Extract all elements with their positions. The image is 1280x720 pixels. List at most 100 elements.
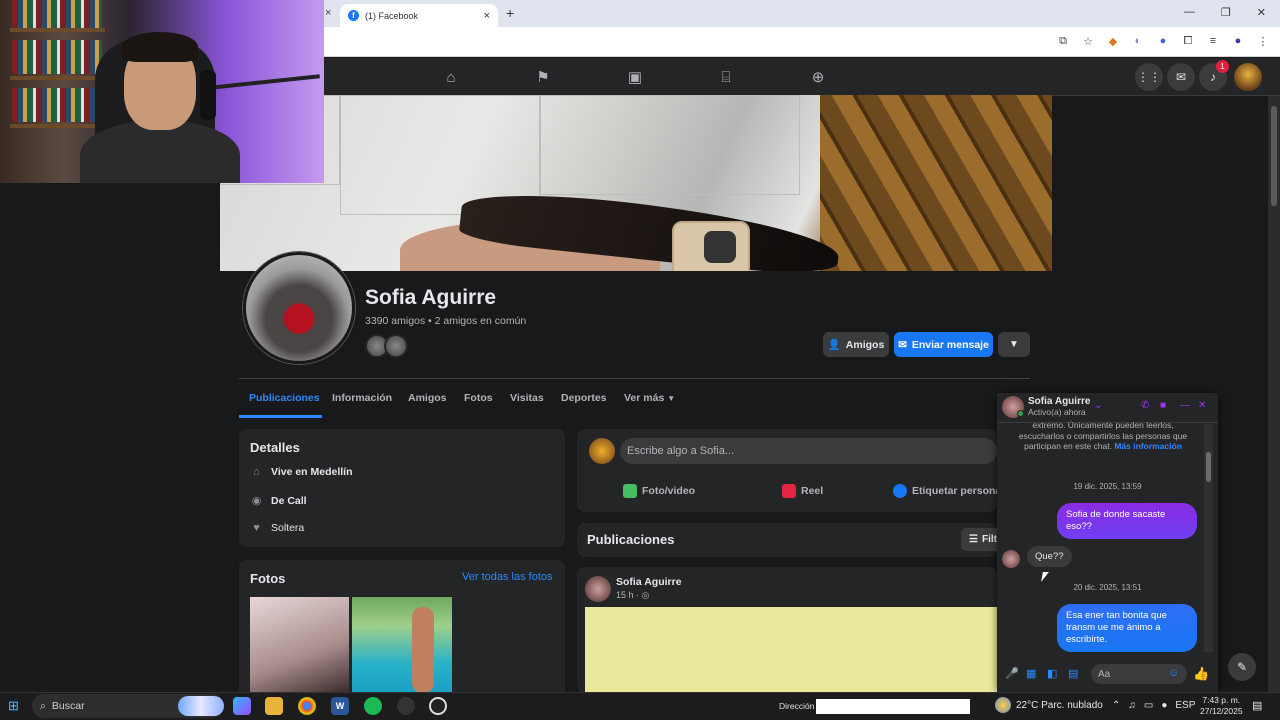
scrollbar-thumb[interactable] <box>1271 106 1277 206</box>
obs-icon[interactable] <box>397 697 415 715</box>
word-icon[interactable]: W <box>331 697 349 715</box>
see-all-photos-link[interactable]: Ver todas las fotos <box>462 571 553 583</box>
photo-thumbnail[interactable] <box>352 597 452 693</box>
chat-contact-name[interactable]: Sofia Aguirre <box>1028 396 1090 407</box>
notification-center-icon[interactable]: ▤ <box>1252 699 1262 712</box>
filters-label: Filt <box>981 534 997 545</box>
tab-visitas[interactable]: Visitas <box>510 392 544 404</box>
marketplace-icon[interactable]: ⌸ <box>716 67 736 87</box>
close-window-icon[interactable]: ✕ <box>1257 6 1266 19</box>
bookshelf <box>10 28 105 32</box>
photos-title[interactable]: Fotos <box>250 571 285 586</box>
tab-close-icon[interactable]: × <box>484 10 490 22</box>
minimize-icon[interactable]: — <box>1184 6 1195 19</box>
tab-publicaciones[interactable]: Publicaciones <box>249 392 320 404</box>
spotify-icon[interactable] <box>364 697 382 715</box>
gif-icon[interactable]: ▤ <box>1068 667 1078 680</box>
volume-icon[interactable]: ♫ <box>1128 700 1136 711</box>
browser-menu-icon[interactable]: ⋮ <box>1256 34 1270 48</box>
language-indicator[interactable]: ESP <box>1175 700 1195 711</box>
install-app-icon[interactable]: ⧉ <box>1056 34 1070 48</box>
chevron-down-icon[interactable]: ⌄ <box>1094 400 1102 411</box>
more-options-button[interactable]: ▼ <box>998 332 1030 357</box>
chat-scrollbar[interactable] <box>1204 424 1213 652</box>
account-avatar[interactable] <box>1234 63 1262 91</box>
tab-ver-mas[interactable]: Ver más ▼ <box>624 392 675 404</box>
tab-title: (1) Facebook <box>365 10 419 21</box>
post-image[interactable] <box>585 607 997 693</box>
taskbar-search[interactable]: ⌕ Buscar <box>32 694 224 718</box>
outgoing-message[interactable]: Sofia de donde sacaste eso?? <box>1057 503 1197 539</box>
tab-amigos[interactable]: Amigos <box>408 392 447 404</box>
bookmark-star-icon[interactable]: ☆ <box>1081 34 1095 48</box>
tag-people-button[interactable]: Etiquetar persona <box>893 484 1001 498</box>
home-icon[interactable]: ⌂ <box>441 67 461 87</box>
video-call-icon[interactable]: ■ <box>1160 400 1166 411</box>
webcam-app-icon[interactable] <box>429 697 447 715</box>
sticker-icon[interactable]: ◧ <box>1047 667 1057 680</box>
new-tab-button[interactable]: + <box>506 5 514 21</box>
scrollbar-thumb[interactable] <box>1206 452 1211 482</box>
tray-chevron-up-icon[interactable]: ⌃ <box>1112 700 1120 711</box>
minimize-chat-icon[interactable]: — <box>1180 400 1190 411</box>
close-chat-icon[interactable]: ✕ <box>1198 400 1206 411</box>
post-timestamp[interactable]: 15 h · ◎ <box>616 590 649 601</box>
weather-widget[interactable]: 22°C Parc. nublado <box>995 697 1103 713</box>
gaming-icon[interactable]: ⊕ <box>808 67 828 87</box>
friends-button[interactable]: 👤 Amigos <box>823 332 889 357</box>
mic-tray-icon[interactable]: ● <box>1161 700 1167 711</box>
phone-call-icon[interactable]: ✆ <box>1141 400 1149 411</box>
restore-icon[interactable]: ❐ <box>1221 6 1231 19</box>
filters-button[interactable]: ☰ Filt <box>961 528 997 551</box>
image-attach-icon[interactable]: ▦ <box>1026 667 1036 680</box>
messenger-icon[interactable]: ✉ <box>1167 63 1195 91</box>
microphone-icon[interactable]: 🎤 <box>1005 667 1019 680</box>
composer-input[interactable]: Escribe algo a Sofia... <box>620 438 997 464</box>
mutual-friend-avatar[interactable] <box>384 334 408 358</box>
extension-icon[interactable]: ◐ <box>1131 34 1145 48</box>
emoji-icon[interactable]: ☺ <box>1168 667 1179 679</box>
window-controls: — ❐ ✕ <box>1184 6 1266 19</box>
post-author-avatar[interactable] <box>585 576 611 602</box>
network-icon[interactable]: ▭ <box>1144 700 1153 711</box>
page-scrollbar[interactable] <box>1268 96 1280 692</box>
copilot-icon[interactable] <box>233 697 251 715</box>
profile-picture[interactable] <box>243 252 355 364</box>
menu-grid-icon[interactable]: ⋮⋮ <box>1135 63 1163 91</box>
profile-avatar-icon[interactable]: ● <box>1231 34 1245 48</box>
photo-thumbnail[interactable] <box>250 597 349 693</box>
compose-edit-icon: ✎ <box>1236 660 1248 674</box>
tab-deportes[interactable]: Deportes <box>561 392 607 404</box>
extension-blue-icon[interactable]: ● <box>1156 34 1170 48</box>
send-message-button[interactable]: ✉ Enviar mensaje <box>894 332 993 357</box>
taskbar-clock[interactable]: 7:43 p. m. 27/12/2025 <box>1200 695 1243 717</box>
file-explorer-icon[interactable] <box>265 697 283 715</box>
photo-video-button[interactable]: Foto/video <box>623 484 695 498</box>
incoming-message[interactable]: Que?? <box>1027 546 1072 567</box>
address-toolbar-input[interactable] <box>816 699 970 714</box>
detail-text[interactable]: De Call <box>271 495 307 507</box>
tab-informacion[interactable]: Información <box>332 392 392 404</box>
thumbs-up-icon[interactable]: 👍 <box>1193 666 1209 682</box>
windows-start-icon[interactable]: ⊞ <box>8 698 19 714</box>
video-icon[interactable]: ▣ <box>625 67 645 87</box>
composer-avatar[interactable] <box>589 438 615 464</box>
browser-tab-facebook[interactable]: f (1) Facebook × <box>340 4 498 27</box>
pages-flag-icon[interactable]: ⚑ <box>533 67 553 87</box>
chrome-icon[interactable] <box>298 697 316 715</box>
media-control-icon[interactable]: ≡ <box>1206 34 1220 48</box>
outgoing-message[interactable]: Esa ener tan bonita que transm ue me áni… <box>1057 604 1197 652</box>
encryption-notice: extremo. Únicamente pueden leerlos, escu… <box>1010 420 1196 452</box>
extensions-puzzle-icon[interactable]: ⧠ <box>1181 34 1195 48</box>
more-info-link[interactable]: Más información <box>1114 441 1182 451</box>
reel-icon <box>782 484 796 498</box>
tab-close-icon[interactable]: × <box>325 7 331 19</box>
detail-text[interactable]: Vive en Medellín <box>271 466 353 478</box>
post-author-name[interactable]: Sofia Aguirre <box>616 576 682 588</box>
cover-photo[interactable] <box>220 95 1052 271</box>
metamask-extension-icon[interactable]: ◆ <box>1106 34 1120 48</box>
friends-count[interactable]: 3390 amigos • 2 amigos en común <box>365 315 526 327</box>
new-message-button[interactable]: ✎ <box>1228 653 1256 681</box>
reel-button[interactable]: Reel <box>782 484 823 498</box>
tab-fotos[interactable]: Fotos <box>464 392 493 404</box>
